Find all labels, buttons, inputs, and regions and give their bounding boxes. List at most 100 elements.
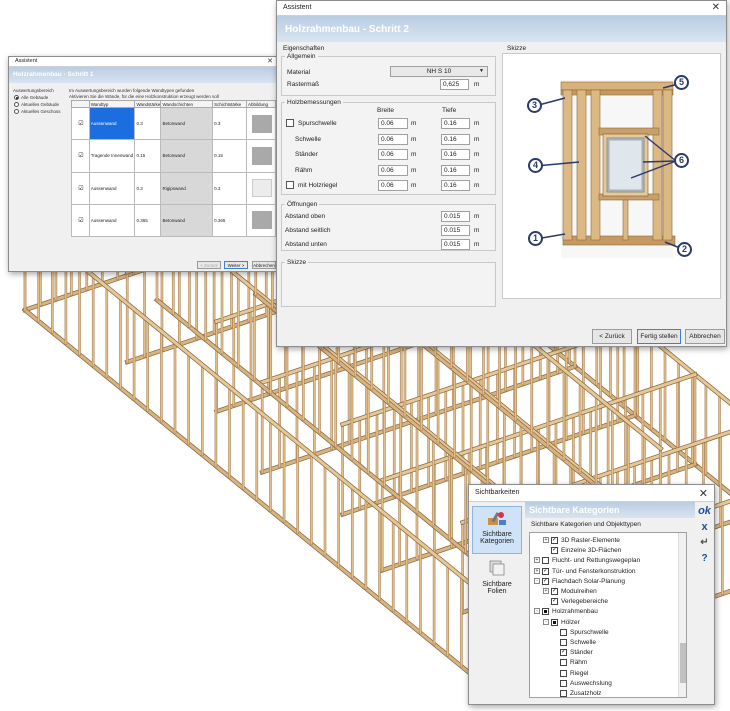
sidebar-item-visible-categories[interactable]: Sichtbare Kategorien [472,506,522,554]
tree-item[interactable]: Zusatzholz [530,689,678,697]
material-select[interactable]: NH S 10 ▼ [390,66,488,77]
table-row[interactable]: ☑ Aussenwand 0.365 Betonwand 0.365 [71,203,276,238]
tree-checkbox[interactable] [560,690,567,697]
radio-current-building[interactable] [14,102,19,107]
timber-width-field[interactable]: 0.06 [378,118,408,129]
opening-distance-field[interactable]: 0.015 [441,225,470,236]
tree-item[interactable]: Rähm [530,658,678,668]
category-tree[interactable]: + ✓ 3D Raster-Elemente ✓ Einzelne 3D-Flächen… [529,532,687,698]
tree-checkbox[interactable]: ✓ [551,537,558,544]
column-header[interactable]: Wandschichten [160,100,214,108]
tree-item[interactable]: Spurschwelle [530,628,678,638]
row-checkbox[interactable]: ☑ [71,171,90,205]
timber-width-field[interactable]: 0.06 [378,133,408,145]
tree-item[interactable]: - Holzrahmenbau [530,607,678,617]
tree-item[interactable]: Riegel [530,669,678,679]
timber-width-field[interactable]: 0.06 [378,149,408,160]
tree-item[interactable]: - Hölzer [530,618,678,628]
layer-cell[interactable]: Betonwand [160,106,214,141]
tree-item[interactable]: - ✓ Flachdach Solar-Planung [530,577,678,587]
ok-button[interactable]: ok [697,505,712,519]
layer-cell[interactable]: Rigipswand [160,171,214,205]
tree-checkbox[interactable] [560,639,567,646]
tree-item[interactable]: ✓ Verlegebereiche [530,597,678,607]
column-header[interactable]: Wandtyp [88,100,136,108]
radio-all-buildings[interactable] [14,95,19,100]
category-tools-icon [488,512,506,525]
timber-depth-field[interactable]: 0.16 [441,133,470,145]
finish-button[interactable]: Fertig stellen [637,329,681,344]
table-row[interactable]: ☑ Tragende Innenwand 0.15 Betonwand 0.15 [71,139,276,173]
expand-icon[interactable]: + [543,588,549,594]
collapse-icon[interactable]: - [534,608,540,615]
row-checkbox[interactable]: ☑ [71,139,90,173]
timber-depth-field[interactable]: 0.16 [441,164,470,176]
collapse-icon[interactable]: - [534,577,540,584]
back-button[interactable]: < Zurück [592,329,632,344]
option-checkbox[interactable] [286,119,294,127]
tree-item[interactable]: ✓ Ständer [530,648,678,658]
help-button[interactable]: ? [697,553,712,567]
tree-checkbox[interactable]: ✓ [551,588,558,595]
close-x-button[interactable]: x [697,521,712,535]
tree-item[interactable]: + ✓ Modulreihen [530,587,678,597]
tree-item[interactable]: Auswechslung [530,679,678,689]
wall-type-cell[interactable]: Aussenwand [88,171,136,205]
wall-type-cell[interactable]: Aussenwand [88,106,136,141]
timber-width-field[interactable]: 0.06 [378,164,408,176]
opening-distance-field[interactable]: 0.015 [441,211,470,222]
timber-depth-field[interactable]: 0.16 [441,180,470,191]
tree-checkbox[interactable]: ✓ [542,567,549,575]
sidebar-item-visible-layers[interactable]: Sichtbare Folien [472,557,522,595]
cancel-button[interactable]: Abbrechen [252,261,276,269]
column-header[interactable]: Wandstärke [134,100,162,108]
tree-checkbox[interactable] [542,608,549,616]
cancel-button[interactable]: Abbrechen [685,329,725,344]
collapse-icon[interactable]: - [543,618,549,625]
tree-checkbox[interactable]: ✓ [551,547,558,555]
layer-cell[interactable]: Betonwand [160,139,214,173]
table-row[interactable]: ☑ Aussenwand 0.3 Rigipswand 0.3 [71,171,276,205]
back-button[interactable]: < Zurück [197,261,221,269]
tree-checkbox[interactable] [551,618,558,626]
expand-icon[interactable]: + [534,557,540,564]
tree-item[interactable]: + ✓ 3D Raster-Elemente [530,536,678,546]
option-checkbox[interactable] [286,181,294,189]
expand-icon[interactable]: + [543,537,549,543]
timber-depth-field[interactable]: 0.16 [441,118,470,129]
tree-checkbox[interactable] [560,679,567,687]
close-icon[interactable]: ✕ [712,2,720,13]
timber-depth-field[interactable]: 0.16 [441,149,470,160]
tree-checkbox[interactable]: ✓ [542,577,549,585]
row-checkbox[interactable]: ☑ [71,203,90,238]
wall-type-cell[interactable]: Tragende Innenwand [88,139,136,173]
table-row[interactable]: ☑ Aussenwand 0.3 Betonwand 0.3 [71,106,276,141]
wall-type-cell[interactable]: Aussenwand [88,203,136,238]
tree-checkbox[interactable] [560,659,567,667]
row-checkbox[interactable]: ☑ [71,106,90,141]
layer-cell[interactable]: Betonwand [160,203,214,238]
enter-button[interactable]: ↵ [697,537,712,551]
next-button[interactable]: Weiter > [224,261,248,269]
opening-distance-field[interactable]: 0.015 [441,239,470,250]
timber-width-field[interactable]: 0.06 [378,180,408,191]
tree-checkbox[interactable] [542,557,549,565]
radio-current-floor[interactable] [14,109,19,114]
tree-item[interactable]: ✓ Einzelne 3D-Flächen [530,546,678,556]
titlebar: Assistent ✕ [9,57,279,67]
close-icon[interactable]: ✕ [699,487,708,500]
tree-item[interactable]: + ✓ Tür- und Fensterkonstruktion [530,567,678,577]
tree-scrollbar[interactable] [678,533,686,697]
tree-checkbox[interactable] [560,628,567,636]
tree-checkbox[interactable]: ✓ [551,598,558,606]
tree-checkbox[interactable]: ✓ [560,649,567,657]
tree-item[interactable]: Schwelle [530,638,678,648]
scrollbar-thumb[interactable] [680,643,686,683]
expand-icon[interactable]: + [534,567,540,574]
column-header[interactable]: Schichtstärke [212,100,247,108]
panel-title: Sichtbare Kategorien [525,502,695,518]
tree-checkbox[interactable] [560,669,567,677]
close-icon[interactable]: ✕ [267,57,273,65]
tree-item[interactable]: + Flucht- und Rettungswegeplan [530,556,678,566]
grid-field[interactable]: 0,625 [440,79,469,90]
